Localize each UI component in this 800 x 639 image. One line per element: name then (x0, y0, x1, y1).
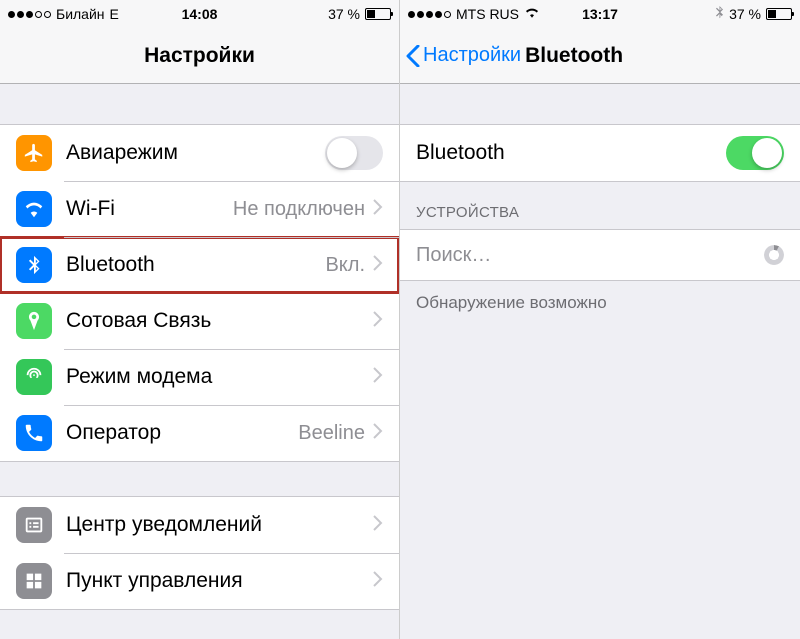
status-time: 14:08 (182, 6, 218, 22)
discoverable-text: Обнаружение возможно (400, 281, 800, 325)
row-value: Вкл. (325, 254, 365, 277)
row-value: Не подключен (233, 198, 365, 221)
chevron-right-icon (373, 367, 383, 388)
battery-percent: 37 % (328, 6, 360, 22)
bluetooth-toggle-section: Bluetooth (400, 124, 800, 182)
row-label: Оператор (66, 421, 298, 445)
back-button[interactable]: Настройки (406, 44, 521, 67)
row-wifi[interactable]: Wi-Fi Не подключен (0, 181, 399, 237)
spinner-icon (764, 245, 784, 265)
bluetooth-icon (16, 247, 52, 283)
row-notification-center[interactable]: Центр уведомлений (0, 497, 399, 553)
row-airplane-mode[interactable]: Авиарежим (0, 125, 399, 181)
airplane-toggle[interactable] (325, 136, 383, 170)
row-label: Авиарежим (66, 141, 325, 165)
row-carrier[interactable]: Оператор Beeline (0, 405, 399, 461)
settings-screen: Билайн E 14:08 37 % Настройки Авиарежим … (0, 0, 400, 639)
chevron-right-icon (373, 255, 383, 276)
control-center-icon (16, 563, 52, 599)
signal-strength-icon (408, 11, 451, 18)
searching-row: Поиск… (400, 229, 800, 281)
settings-group-connectivity: Авиарежим Wi-Fi Не подключен Bluetooth В… (0, 124, 399, 462)
bluetooth-toggle[interactable] (726, 136, 784, 170)
searching-label: Поиск… (416, 244, 491, 267)
carrier-label: MTS RUS (456, 6, 519, 22)
phone-icon (16, 415, 52, 451)
chevron-right-icon (373, 515, 383, 536)
settings-group-system: Центр уведомлений Пункт управления (0, 496, 399, 610)
battery-icon (365, 8, 391, 20)
battery-icon (766, 8, 792, 20)
battery-percent: 37 % (729, 6, 761, 22)
row-cellular[interactable]: Сотовая Связь (0, 293, 399, 349)
devices-header: УСТРОЙСТВА (400, 182, 800, 229)
carrier-label: Билайн (56, 6, 105, 22)
signal-strength-icon (8, 11, 51, 18)
page-title: Bluetooth (525, 44, 623, 68)
row-label: Сотовая Связь (66, 309, 373, 333)
row-hotspot[interactable]: Режим модема (0, 349, 399, 405)
wifi-status-icon (524, 6, 540, 22)
wifi-icon (16, 191, 52, 227)
row-label: Wi-Fi (66, 197, 233, 221)
bluetooth-screen: MTS RUS 13:17 37 % Настройки Bluetooth B… (400, 0, 800, 639)
row-label: Bluetooth (66, 253, 325, 277)
bluetooth-status-icon (715, 6, 724, 23)
nav-bar: Настройки (0, 28, 399, 84)
status-bar: MTS RUS 13:17 37 % (400, 0, 800, 28)
chevron-right-icon (373, 423, 383, 444)
row-bluetooth[interactable]: Bluetooth Вкл. (0, 237, 399, 293)
row-value: Beeline (298, 422, 365, 445)
network-type: E (110, 6, 119, 22)
status-time: 13:17 (582, 6, 618, 22)
cellular-icon (16, 303, 52, 339)
row-bluetooth-toggle[interactable]: Bluetooth (400, 125, 800, 181)
notification-center-icon (16, 507, 52, 543)
row-label: Центр уведомлений (66, 513, 373, 537)
row-control-center[interactable]: Пункт управления (0, 553, 399, 609)
airplane-icon (16, 135, 52, 171)
status-bar: Билайн E 14:08 37 % (0, 0, 399, 28)
row-label: Режим модема (66, 365, 373, 389)
back-label: Настройки (423, 44, 521, 67)
hotspot-icon (16, 359, 52, 395)
nav-bar: Настройки Bluetooth (400, 28, 800, 84)
chevron-right-icon (373, 311, 383, 332)
chevron-right-icon (373, 571, 383, 592)
row-label: Пункт управления (66, 569, 373, 593)
page-title: Настройки (144, 44, 255, 68)
row-label: Bluetooth (416, 141, 726, 165)
chevron-right-icon (373, 199, 383, 220)
